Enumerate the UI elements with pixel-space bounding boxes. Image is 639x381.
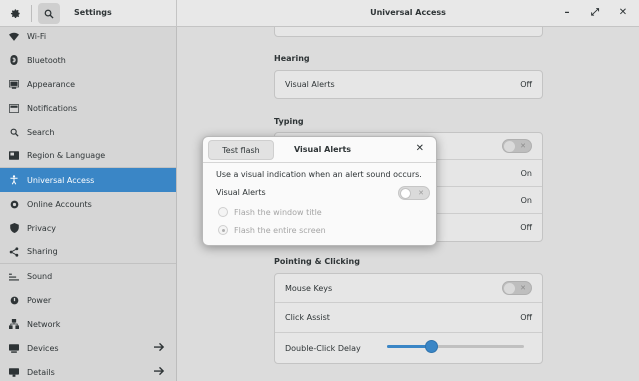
online-accounts-icon [9, 199, 19, 209]
search-icon[interactable] [38, 3, 60, 24]
sidebar-item-sound[interactable]: Sound [0, 264, 176, 288]
network-icon [9, 319, 19, 329]
sidebar-item-network[interactable]: Network [0, 312, 176, 336]
hearing-card: Visual Alerts Off [274, 70, 543, 99]
sidebar-item-label: Online Accounts [27, 199, 92, 209]
sidebar-item-label: Wi-Fi [27, 31, 47, 41]
sidebar-item-bluetooth[interactable]: Bluetooth [0, 48, 176, 72]
sidebar-item-label: Bluetooth [27, 55, 66, 65]
sound-icon [9, 271, 19, 281]
sidebar-item-label: Notifications [27, 103, 78, 113]
sidebar-item-search[interactable]: Search [0, 120, 176, 144]
sharing-icon [9, 246, 19, 257]
typing-toggle[interactable]: ✕ [502, 139, 532, 153]
appearance-icon [9, 79, 19, 89]
test-flash-button[interactable]: Test flash [208, 140, 274, 160]
flash-window-title-option[interactable]: Flash the window title [218, 207, 322, 217]
dialog-title: Visual Alerts [294, 145, 352, 154]
bluetooth-icon [9, 55, 19, 65]
gear-icon[interactable] [4, 3, 26, 24]
radio-button[interactable] [218, 225, 228, 235]
sidebar-item-privacy[interactable]: Privacy [0, 216, 176, 240]
details-icon [9, 367, 19, 377]
dialog-visual-alerts-label: Visual Alerts [216, 188, 266, 197]
mouse-keys-row[interactable]: Mouse Keys ✕ [275, 274, 542, 303]
pointing-card: Mouse Keys ✕ Click Assist Off Double-Cli… [274, 273, 543, 364]
region-icon [9, 151, 19, 161]
minimize-icon[interactable]: – [561, 7, 573, 19]
typing-row-value: On [520, 168, 532, 178]
sidebar-item-label: Network [27, 319, 61, 329]
hearing-section-title: Hearing [274, 54, 310, 63]
seeing-card-bottom [274, 27, 543, 37]
sidebar: Wi-Fi Bluetooth Appearance Notifications… [0, 27, 177, 381]
slider-handle[interactable] [425, 340, 438, 353]
close-icon[interactable]: ✕ [416, 143, 424, 154]
arrow-right-icon [154, 366, 165, 378]
maximize-icon[interactable]: ⤢ [589, 7, 601, 19]
typing-row-value: Off [520, 223, 532, 232]
visual-alerts-label: Visual Alerts [285, 80, 335, 89]
sidebar-item-devices[interactable]: Devices [0, 336, 176, 360]
visual-alerts-row[interactable]: Visual Alerts Off [275, 71, 542, 98]
wifi-icon [9, 31, 19, 41]
visual-alerts-dialog: Test flash Visual Alerts ✕ Use a visual … [202, 136, 437, 246]
header-separator [31, 5, 32, 22]
sidebar-item-notifications[interactable]: Notifications [0, 96, 176, 120]
universal-access-icon [9, 175, 19, 185]
pointing-section-title: Pointing & Clicking [274, 257, 360, 266]
privacy-icon [9, 223, 19, 233]
sidebar-item-label: Region & Language [27, 151, 106, 160]
mouse-keys-toggle[interactable]: ✕ [502, 281, 532, 295]
sidebar-item-label: Universal Access [27, 175, 95, 185]
sidebar-item-region-language[interactable]: Region & Language [0, 144, 176, 168]
sidebar-item-details[interactable]: Details [0, 360, 176, 381]
click-assist-value: Off [520, 313, 532, 322]
sidebar-item-power[interactable]: Power [0, 288, 176, 312]
sidebar-item-label: Appearance [27, 79, 76, 89]
arrow-right-icon [154, 342, 165, 354]
sidebar-item-label: Sharing [27, 247, 58, 256]
sidebar-item-wifi[interactable]: Wi-Fi [0, 27, 176, 48]
settings-title: Settings [74, 8, 112, 17]
sidebar-item-online-accounts[interactable]: Online Accounts [0, 192, 176, 216]
click-assist-label: Click Assist [285, 313, 330, 322]
dialog-description: Use a visual indication when an alert so… [216, 170, 422, 179]
visual-alerts-toggle[interactable]: ✕ [398, 186, 430, 200]
sidebar-item-label: Details [27, 367, 55, 377]
sidebar-item-appearance[interactable]: Appearance [0, 72, 176, 96]
typing-row-value: On [520, 195, 532, 205]
sidebar-item-label: Devices [27, 343, 59, 353]
double-click-row: Double-Click Delay [275, 333, 542, 363]
sidebar-item-label: Search [27, 127, 55, 137]
radio-label: Flash the window title [234, 207, 322, 217]
flash-entire-screen-option[interactable]: Flash the entire screen [218, 225, 326, 235]
sidebar-item-label: Power [27, 295, 52, 305]
sidebar-item-label: Sound [27, 271, 53, 281]
radio-label: Flash the entire screen [234, 225, 326, 235]
visual-alerts-value: Off [520, 80, 532, 89]
double-click-slider[interactable] [387, 340, 524, 353]
sidebar-item-sharing[interactable]: Sharing [0, 240, 176, 264]
devices-icon [9, 343, 19, 353]
close-icon[interactable]: ✕ [617, 7, 629, 19]
sidebar-item-label: Privacy [27, 223, 56, 233]
radio-button[interactable] [218, 207, 228, 217]
dialog-header: Test flash Visual Alerts ✕ [203, 137, 436, 163]
click-assist-row[interactable]: Click Assist Off [275, 303, 542, 333]
main-header: Universal Access – ⤢ ✕ [177, 0, 639, 27]
power-icon [9, 295, 19, 305]
typing-section-title: Typing [274, 117, 304, 126]
sidebar-item-universal-access[interactable]: Universal Access [0, 168, 176, 192]
notifications-icon [9, 103, 19, 113]
sidebar-header: Settings [0, 0, 177, 27]
search-icon [9, 127, 19, 137]
mouse-keys-label: Mouse Keys [285, 283, 333, 293]
